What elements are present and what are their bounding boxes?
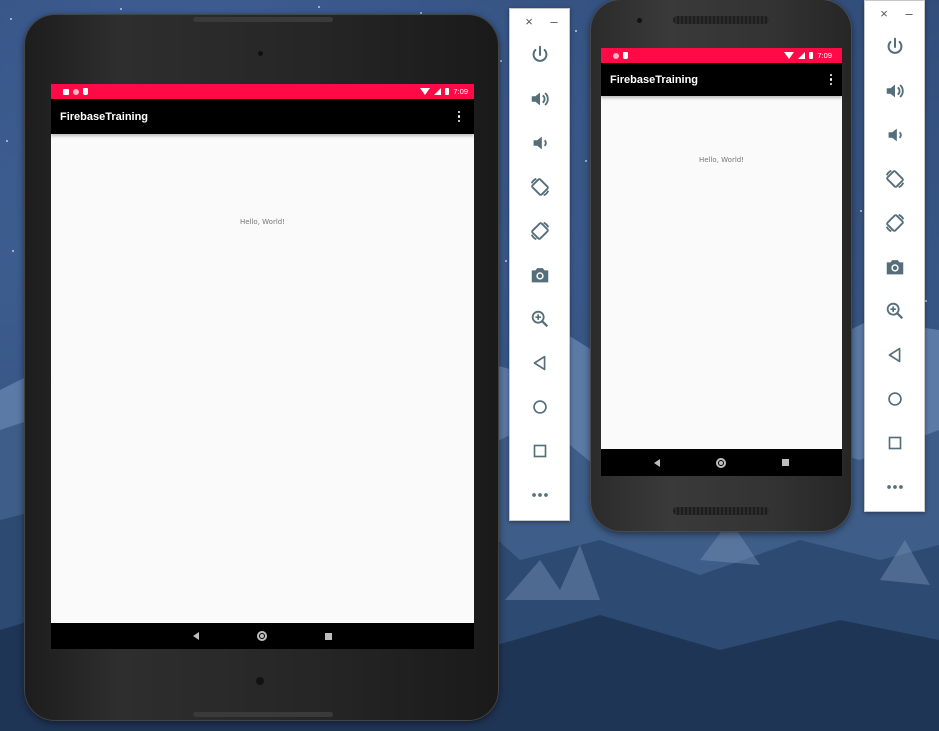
overflow-menu-icon[interactable] xyxy=(826,70,837,90)
volume-down-icon xyxy=(888,128,902,142)
hello-world-text: Hello, World! xyxy=(698,156,745,164)
tablet-status-bar: 7:09 xyxy=(51,84,474,99)
overview-icon xyxy=(533,444,546,458)
zoom-button[interactable] xyxy=(527,306,553,332)
overview-button[interactable] xyxy=(882,430,908,456)
close-button[interactable]: × xyxy=(522,14,536,29)
tablet-emulator-toolbar: × – xyxy=(509,8,570,521)
volume-up-icon xyxy=(531,92,549,106)
home-icon xyxy=(887,392,902,406)
home-button[interactable] xyxy=(527,394,553,420)
minimize-button[interactable]: – xyxy=(547,14,561,29)
close-button[interactable]: × xyxy=(877,6,891,21)
tablet-speaker-bottom xyxy=(193,712,333,717)
power-button[interactable] xyxy=(882,34,908,60)
battery-icon xyxy=(809,52,814,59)
more-icon xyxy=(886,485,903,489)
phone-app-bar: FirebaseTraining xyxy=(601,63,842,96)
tablet-sensor xyxy=(256,677,264,685)
power-button[interactable] xyxy=(527,42,553,68)
phone-speaker-bottom xyxy=(673,507,769,515)
zoom-icon xyxy=(886,302,903,320)
nav-home-button[interactable] xyxy=(716,457,726,468)
tablet-emulator-frame: 7:09 FirebaseTraining Hello, World! xyxy=(25,15,498,720)
app-title: FirebaseTraining xyxy=(610,73,699,86)
tablet-camera xyxy=(258,51,263,56)
notification-icon xyxy=(63,88,69,95)
nav-recents-button[interactable] xyxy=(325,632,332,640)
camera-icon xyxy=(531,268,548,283)
power-icon xyxy=(532,45,547,62)
zoom-button[interactable] xyxy=(882,298,908,324)
sd-card-icon xyxy=(83,88,88,95)
rotate-left-button[interactable] xyxy=(527,174,553,200)
more-button[interactable] xyxy=(527,482,553,508)
rotate-right-icon xyxy=(885,213,904,233)
wifi-icon xyxy=(784,52,795,59)
back-button[interactable] xyxy=(527,350,553,376)
nav-back-button[interactable] xyxy=(654,458,660,467)
recents-icon xyxy=(325,632,332,640)
power-icon xyxy=(887,37,902,54)
nav-recents-button[interactable] xyxy=(782,459,789,466)
tablet-navigation-bar xyxy=(51,623,474,649)
status-time: 7:09 xyxy=(817,51,832,60)
battery-icon xyxy=(445,88,450,95)
home-icon xyxy=(532,400,547,414)
phone-navigation-bar xyxy=(601,449,842,476)
volume-up-button[interactable] xyxy=(527,86,553,112)
camera-icon xyxy=(886,260,903,275)
screenshot-button[interactable] xyxy=(527,262,553,288)
signal-icon xyxy=(798,52,806,59)
zoom-icon xyxy=(531,310,548,328)
volume-down-icon xyxy=(533,136,547,150)
nav-back-button[interactable] xyxy=(193,632,199,640)
tablet-screen[interactable]: 7:09 FirebaseTraining Hello, World! xyxy=(51,84,474,649)
home-icon xyxy=(257,631,267,641)
phone-speaker-top xyxy=(673,16,769,24)
notification-icon xyxy=(73,88,79,95)
nav-home-button[interactable] xyxy=(257,631,267,641)
back-button[interactable] xyxy=(882,342,908,368)
rotate-left-button[interactable] xyxy=(882,166,908,192)
wifi-icon xyxy=(420,88,431,95)
back-icon xyxy=(888,347,900,363)
phone-emulator-frame: 7:09 FirebaseTraining Hello, World! xyxy=(591,0,851,531)
recents-icon xyxy=(782,459,789,466)
overview-button[interactable] xyxy=(527,438,553,464)
tablet-speaker-top xyxy=(193,17,333,22)
rotate-right-button[interactable] xyxy=(882,210,908,236)
sd-card-icon xyxy=(623,52,628,59)
back-icon xyxy=(193,632,199,640)
notification-icon xyxy=(613,52,619,59)
overflow-menu-icon[interactable] xyxy=(454,107,465,127)
app-title: FirebaseTraining xyxy=(60,110,149,123)
more-button[interactable] xyxy=(882,474,908,500)
volume-up-button[interactable] xyxy=(882,78,908,104)
signal-icon xyxy=(434,88,442,95)
volume-up-icon xyxy=(886,84,904,98)
phone-camera xyxy=(637,18,642,23)
volume-down-button[interactable] xyxy=(882,122,908,148)
tablet-app-bar: FirebaseTraining xyxy=(51,99,474,134)
phone-screen[interactable]: 7:09 FirebaseTraining Hello, World! xyxy=(601,48,842,476)
rotate-right-icon xyxy=(530,221,549,241)
minimize-button[interactable]: – xyxy=(902,6,916,21)
rotate-left-icon xyxy=(885,169,904,189)
phone-emulator-toolbar: × – xyxy=(864,0,925,512)
overview-icon xyxy=(888,436,901,450)
rotate-left-icon xyxy=(530,177,549,197)
home-icon xyxy=(716,457,726,468)
phone-status-bar: 7:09 xyxy=(601,48,842,63)
volume-down-button[interactable] xyxy=(527,130,553,156)
rotate-right-button[interactable] xyxy=(527,218,553,244)
hello-world-text: Hello, World! xyxy=(239,218,286,226)
back-icon xyxy=(654,458,660,467)
screenshot-button[interactable] xyxy=(882,254,908,280)
back-icon xyxy=(533,355,545,371)
home-button[interactable] xyxy=(882,386,908,412)
status-time: 7:09 xyxy=(453,87,468,96)
more-icon xyxy=(531,493,548,497)
